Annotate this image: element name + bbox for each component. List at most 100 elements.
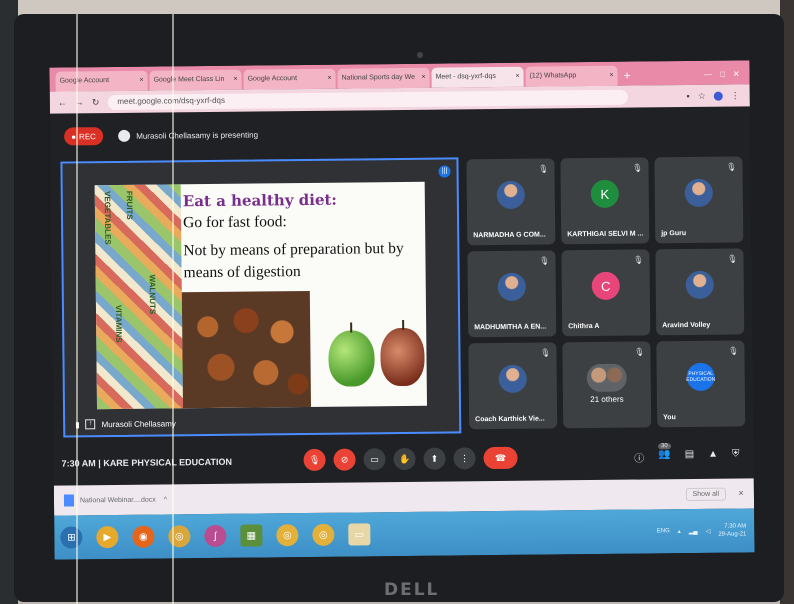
minimize-icon[interactable]: — bbox=[704, 70, 712, 79]
presentation-tile[interactable]: ||| VEGETABLES FRUITS WALNUTS VITAMINS E… bbox=[60, 157, 462, 438]
camera-off-button[interactable]: ⊘ bbox=[333, 448, 356, 471]
webcam bbox=[417, 52, 423, 58]
browser-tab[interactable]: Google Meet Class Lin × bbox=[149, 69, 242, 91]
fried-food-image bbox=[181, 290, 312, 409]
collage-word: WALNUTS bbox=[147, 274, 158, 315]
network-icon[interactable]: ▂▄ bbox=[689, 527, 698, 534]
people-button[interactable]: 30 👥 bbox=[657, 443, 671, 464]
chrome-icon[interactable]: ◎ bbox=[276, 524, 299, 547]
language-indicator[interactable]: ENG bbox=[657, 528, 670, 534]
start-button-icon[interactable]: ⊞ bbox=[60, 526, 83, 549]
presenter-icon bbox=[118, 129, 131, 142]
mic-muted-icon: 🎙 bbox=[632, 163, 643, 173]
meeting-info-icon[interactable]: ⓘ bbox=[634, 449, 644, 464]
download-chevron-icon[interactable]: ^ bbox=[164, 496, 167, 503]
close-tab-icon[interactable]: × bbox=[609, 72, 613, 86]
close-download-bar-icon[interactable]: ✕ bbox=[738, 489, 744, 497]
close-tab-icon[interactable]: × bbox=[327, 75, 331, 89]
mic-muted-icon: 🎙 bbox=[540, 348, 551, 358]
photo-scene: DELL Google Account × Google Meet Class Li… bbox=[0, 0, 794, 604]
avatar bbox=[685, 270, 714, 300]
url-field[interactable]: meet.google.com/dsq-yxrf-dqs bbox=[107, 89, 628, 110]
avatar-group bbox=[586, 363, 627, 393]
presenter-label: ▮ ↑ Murasoli Chellasamy bbox=[75, 418, 176, 430]
slide-line-3: means of digestion bbox=[183, 263, 301, 282]
app-icon[interactable]: ∫ bbox=[204, 524, 227, 548]
collage-word: VEGETABLES bbox=[102, 191, 113, 245]
browser-tab[interactable]: Meet - dsq-yxrf-dqs × bbox=[431, 66, 524, 88]
rotten-apple-image bbox=[380, 327, 425, 387]
participant-tile[interactable]: 🎙 PHYSICAL EDUCATION You bbox=[656, 340, 746, 428]
profile-avatar[interactable] bbox=[713, 91, 723, 101]
media-player-icon[interactable]: ▶ bbox=[96, 525, 119, 549]
docx-file-icon bbox=[63, 494, 75, 507]
meeting-details: 7:30 AM | KARE PHYSICAL EDUCATION bbox=[61, 456, 233, 469]
recording-badge: ● REC bbox=[64, 127, 103, 146]
close-tab-icon[interactable]: × bbox=[421, 74, 425, 88]
activities-icon[interactable]: ▲ bbox=[708, 449, 718, 464]
firefox-icon[interactable]: ◉ bbox=[132, 525, 155, 548]
reload-icon[interactable]: ↻ bbox=[92, 97, 100, 108]
bookmark-star-icon[interactable]: ☆ bbox=[698, 90, 706, 101]
clock[interactable]: 7:30 AM 29-Aug-21 bbox=[718, 522, 746, 538]
host-controls-icon[interactable]: ⛨ bbox=[732, 448, 740, 463]
download-item[interactable]: National Webinar....docx bbox=[80, 496, 156, 504]
participant-tile[interactable]: 🎙 21 others bbox=[562, 341, 652, 429]
back-icon[interactable]: ← bbox=[58, 97, 67, 107]
camera-icon[interactable]: ▪ bbox=[686, 91, 689, 101]
collage-word: FRUITS bbox=[124, 190, 135, 220]
rec-label: REC bbox=[78, 131, 96, 141]
browser-tab[interactable]: National Sports day We × bbox=[337, 67, 430, 89]
raise-hand-button[interactable]: ✋ bbox=[393, 447, 416, 471]
side-panel-controls: ⓘ 30 👥 ▤ ▲ ⛨ bbox=[634, 443, 740, 465]
close-window-icon[interactable]: ✕ bbox=[733, 69, 740, 78]
system-tray: ENG ▴ ▂▄ ◁ 7:30 AM 29-Aug-21 bbox=[657, 522, 747, 539]
audio-indicator-icon: ||| bbox=[438, 165, 451, 178]
chrome-icon[interactable]: ◎ bbox=[312, 523, 335, 546]
chat-icon[interactable]: ▤ bbox=[685, 449, 695, 464]
presenting-text: Murasoli Chellasamy is presenting bbox=[136, 129, 259, 141]
present-button[interactable]: ⬆ bbox=[423, 447, 446, 470]
avatar: K bbox=[590, 179, 619, 209]
tab-title: (12) WhatsApp bbox=[529, 72, 577, 80]
participant-tile[interactable]: 🎙 K KARTHIGAI SELVI M ... bbox=[560, 157, 650, 245]
participant-tile[interactable]: 🎙 C Chithra A bbox=[561, 249, 651, 337]
browser-tab[interactable]: (12) WhatsApp × bbox=[525, 65, 618, 87]
tab-title: Meet - dsq-yxrf-dqs bbox=[435, 73, 496, 81]
screen: Google Account × Google Meet Class Lin × Goo… bbox=[49, 60, 755, 560]
participant-tile[interactable]: 🎙 jp Guru bbox=[654, 156, 744, 244]
tab-title: Google Account bbox=[59, 77, 110, 85]
tab-title: Google Account bbox=[247, 75, 298, 83]
show-all-button[interactable]: Show all bbox=[685, 487, 727, 501]
tab-title: Google Meet Class Lin bbox=[153, 75, 225, 84]
close-tab-icon[interactable]: × bbox=[515, 73, 519, 87]
participant-name: Aravind Volley bbox=[662, 321, 711, 330]
leave-call-button[interactable]: ☎ bbox=[483, 446, 518, 470]
camera-off-icon: ⊘ bbox=[340, 454, 349, 465]
close-tab-icon[interactable]: × bbox=[233, 76, 237, 90]
participant-tile[interactable]: 🎙 Coach Karthick Vie... bbox=[468, 342, 558, 430]
mic-muted-icon: 🎙 bbox=[634, 347, 645, 357]
menu-dots-icon[interactable]: ⋮ bbox=[731, 90, 740, 101]
participant-tile[interactable]: 🎙 Aravind Volley bbox=[655, 248, 745, 336]
maximize-icon[interactable]: □ bbox=[720, 70, 725, 79]
more-vert-icon: ⋮ bbox=[459, 452, 470, 463]
close-tab-icon[interactable]: × bbox=[139, 77, 143, 91]
file-explorer-icon[interactable]: ▭ bbox=[348, 523, 371, 546]
slide: VEGETABLES FRUITS WALNUTS VITAMINS Eat a… bbox=[94, 181, 428, 410]
more-options-button[interactable]: ⋮ bbox=[453, 447, 476, 470]
captions-button[interactable]: ▭ bbox=[363, 448, 386, 471]
volume-icon[interactable]: ◁ bbox=[706, 527, 711, 534]
browser-tab[interactable]: Google Account × bbox=[55, 70, 148, 92]
participant-tile[interactable]: 🎙 MADHUMITHA A EN... bbox=[467, 250, 557, 338]
presenter-name: Murasoli Chellasamy bbox=[101, 418, 176, 429]
mic-off-button[interactable]: 🎙 bbox=[303, 448, 326, 472]
tray-arrow-icon[interactable]: ▴ bbox=[678, 528, 681, 535]
participant-tile[interactable]: 🎙 NARMADHA G COM... bbox=[466, 158, 556, 246]
browser-tab[interactable]: Google Account × bbox=[243, 68, 336, 90]
present-screen-icon: ↑ bbox=[85, 419, 96, 430]
calculator-icon[interactable]: ▦ bbox=[240, 524, 263, 547]
new-tab-button[interactable]: + bbox=[623, 69, 630, 83]
slide-line-2: Not by means of preparation but by bbox=[183, 239, 404, 260]
slide-title: Eat a healthy diet: bbox=[182, 190, 338, 211]
